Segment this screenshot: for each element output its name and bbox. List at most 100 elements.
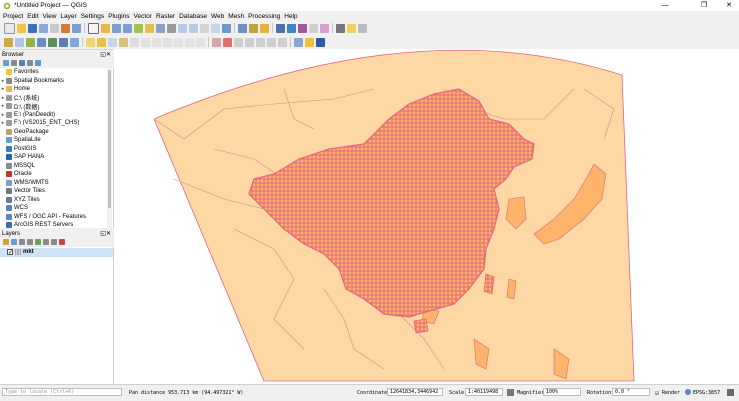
- browser-item[interactable]: Favorites: [0, 68, 113, 77]
- browser-item[interactable]: WCS: [0, 204, 113, 213]
- label-properties-icon[interactable]: [278, 37, 287, 47]
- pan-to-selection-icon[interactable]: [101, 23, 110, 33]
- browser-item[interactable]: ▸ E:\ (PanDeedit): [0, 111, 113, 120]
- rotate-label-icon[interactable]: [256, 37, 265, 47]
- show-hide-labels-icon[interactable]: [234, 37, 243, 47]
- field-calculator-icon[interactable]: [276, 23, 285, 33]
- browser-item[interactable]: SAP HANA: [0, 153, 113, 162]
- browser-item[interactable]: WMS/WMTS: [0, 179, 113, 188]
- filter-by-expression-icon[interactable]: [35, 239, 41, 245]
- browser-item[interactable]: MSSQL: [0, 162, 113, 171]
- lock-scale-icon[interactable]: [507, 389, 514, 396]
- undo-icon[interactable]: [185, 37, 194, 47]
- print-layout-icon[interactable]: [50, 23, 59, 33]
- browser-item[interactable]: GeoPackage: [0, 128, 113, 137]
- menu-plugins[interactable]: Plugins: [108, 13, 129, 20]
- menu-view[interactable]: View: [42, 13, 56, 20]
- pin-labels-icon[interactable]: [223, 37, 232, 47]
- layout-manager-icon[interactable]: [61, 23, 70, 33]
- filter-icon[interactable]: [11, 60, 17, 66]
- menu-settings[interactable]: Settings: [81, 13, 105, 20]
- refresh-icon[interactable]: [3, 60, 9, 66]
- panel-close-icon[interactable]: ◱✕: [100, 51, 111, 59]
- copy-features-icon[interactable]: [163, 37, 172, 47]
- menu-database[interactable]: Database: [179, 13, 207, 20]
- browser-item[interactable]: XYZ Tiles: [0, 196, 113, 205]
- style-panel-icon[interactable]: [3, 239, 9, 245]
- maximize-icon[interactable]: ❐: [694, 0, 714, 11]
- layer-checkbox[interactable]: ✓: [7, 249, 13, 256]
- zoom-out-icon[interactable]: [123, 23, 132, 33]
- new-map-view-icon[interactable]: [200, 23, 209, 33]
- delete-selected-icon[interactable]: [141, 37, 150, 47]
- browser-item[interactable]: Oracle: [0, 170, 113, 179]
- zoom-native-icon[interactable]: [167, 23, 176, 33]
- open-data-source-manager-icon[interactable]: [4, 37, 13, 47]
- save-project-icon[interactable]: [28, 23, 37, 33]
- scrollbar-thumb[interactable]: [108, 70, 111, 208]
- open-project-icon[interactable]: [17, 23, 26, 33]
- new-layer-icon[interactable]: [15, 37, 24, 47]
- manage-themes-icon[interactable]: [19, 239, 25, 245]
- rotation-field[interactable]: 0.0 °: [612, 388, 650, 396]
- add-vector-layer-icon[interactable]: [26, 37, 35, 47]
- measure-icon[interactable]: [320, 23, 329, 33]
- messages-icon[interactable]: [727, 389, 734, 396]
- menu-project[interactable]: Project: [3, 13, 23, 20]
- browser-item[interactable]: Vector Tiles: [0, 187, 113, 196]
- cut-features-icon[interactable]: [152, 37, 161, 47]
- save-as-icon[interactable]: [39, 23, 48, 33]
- map-tips-icon[interactable]: [347, 23, 356, 33]
- annotation-icon[interactable]: [336, 23, 345, 33]
- menu-raster[interactable]: Raster: [156, 13, 175, 20]
- zoom-in-icon[interactable]: [112, 23, 121, 33]
- magnifier-field[interactable]: 100%: [543, 388, 581, 396]
- refresh-icon[interactable]: [222, 23, 231, 33]
- deselect-icon[interactable]: [260, 23, 269, 33]
- select-features-icon[interactable]: [249, 23, 258, 33]
- filter-browser-icon[interactable]: [19, 60, 25, 66]
- minimize-icon[interactable]: —: [655, 0, 675, 11]
- text-annotation-icon[interactable]: [358, 23, 367, 33]
- zoom-full-icon[interactable]: [134, 23, 143, 33]
- plugin-icon[interactable]: [305, 37, 314, 47]
- python-console-icon[interactable]: [294, 37, 303, 47]
- paste-features-icon[interactable]: [174, 37, 183, 47]
- coordinate-field[interactable]: 12641834,3446942: [387, 388, 443, 396]
- vertex-tool-icon[interactable]: [130, 37, 139, 47]
- browser-item[interactable]: ▸ C:\ (系统): [0, 94, 113, 102]
- add-raster-layer-icon[interactable]: [37, 37, 46, 47]
- label-tool-icon[interactable]: [212, 37, 221, 47]
- remove-layer-icon[interactable]: [59, 239, 65, 245]
- browser-item[interactable]: ▸ D:\ (数据): [0, 102, 113, 111]
- pan-icon[interactable]: [88, 22, 99, 34]
- browser-item[interactable]: PostGIS: [0, 145, 113, 154]
- expand-all-icon[interactable]: [43, 239, 49, 245]
- current-edits-icon[interactable]: [86, 37, 95, 47]
- zoom-layer-icon[interactable]: [156, 23, 165, 33]
- browser-item[interactable]: ArcGIS REST Servers: [0, 221, 113, 228]
- scale-field[interactable]: 1:40119498: [465, 388, 503, 396]
- menu-edit[interactable]: Edit: [27, 13, 38, 20]
- browser-item[interactable]: WFS / OGC API - Features: [0, 213, 113, 222]
- close-icon[interactable]: ✕: [719, 0, 739, 11]
- locator-search-input[interactable]: Type to locate (Ctrl+K): [2, 388, 122, 396]
- redo-icon[interactable]: [196, 37, 205, 47]
- statistics-icon[interactable]: [298, 23, 307, 33]
- add-wms-layer-icon[interactable]: [59, 37, 68, 47]
- browser-item[interactable]: SpatiaLite: [0, 136, 113, 145]
- collapse-all-icon[interactable]: [51, 239, 57, 245]
- zoom-last-icon[interactable]: [178, 23, 187, 33]
- browser-item[interactable]: ▸ Home: [0, 85, 113, 94]
- menu-vector[interactable]: Vector: [134, 13, 152, 20]
- filter-legend-icon[interactable]: [27, 239, 33, 245]
- save-edits-icon[interactable]: [108, 37, 117, 47]
- attribute-table-icon[interactable]: [309, 23, 318, 33]
- temporal-controller-icon[interactable]: [211, 23, 220, 33]
- toggle-editing-icon[interactable]: [97, 37, 106, 47]
- layer-row-mkt[interactable]: ✓ mkt: [0, 248, 113, 257]
- crs-button[interactable]: EPSG:3857: [693, 389, 720, 397]
- processing-toolbox-icon[interactable]: [287, 23, 296, 33]
- enable-properties-icon[interactable]: [35, 60, 41, 66]
- zoom-next-icon[interactable]: [189, 23, 198, 33]
